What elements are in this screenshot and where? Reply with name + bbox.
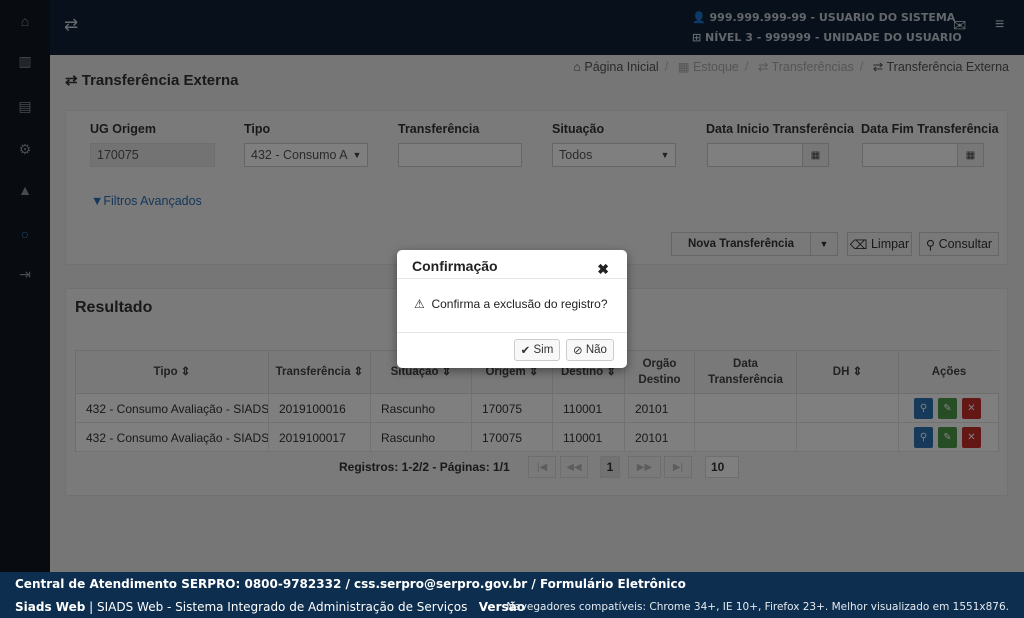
- footer: Central de Atendimento SERPRO: 0800-9782…: [0, 572, 1024, 618]
- sim-label: Sim: [533, 344, 554, 356]
- sim-button[interactable]: ✔ Sim: [514, 339, 560, 361]
- confirm-dialog: Confirmação ✖ ⚠ Confirma a exclusão do r…: [397, 250, 627, 368]
- modal-divider: [397, 278, 627, 279]
- check-icon: ✔: [520, 345, 531, 357]
- footer-app-info: Siads Web | SIADS Web - Sistema Integrad…: [15, 600, 525, 614]
- nao-label: Não: [585, 344, 607, 356]
- footer-app-desc: | SIADS Web - Sistema Integrado de Admin…: [89, 600, 468, 614]
- modal-message: ⚠ Confirma a exclusão do registro?: [414, 297, 608, 311]
- modal-title: Confirmação: [412, 258, 498, 274]
- nao-button[interactable]: ⊘ Não: [566, 339, 614, 361]
- ban-icon: ⊘: [573, 345, 583, 357]
- warning-icon: ⚠: [414, 297, 425, 311]
- modal-divider: [397, 332, 627, 333]
- footer-app-name: Siads Web: [15, 600, 86, 614]
- footer-browsers: Navegadores compatíveis: Chrome 34+, IE …: [506, 601, 1009, 613]
- footer-contact: Central de Atendimento SERPRO: 0800-9782…: [15, 577, 686, 591]
- modal-message-text: Confirma a exclusão do registro?: [431, 297, 608, 311]
- close-icon[interactable]: ✖: [597, 261, 609, 278]
